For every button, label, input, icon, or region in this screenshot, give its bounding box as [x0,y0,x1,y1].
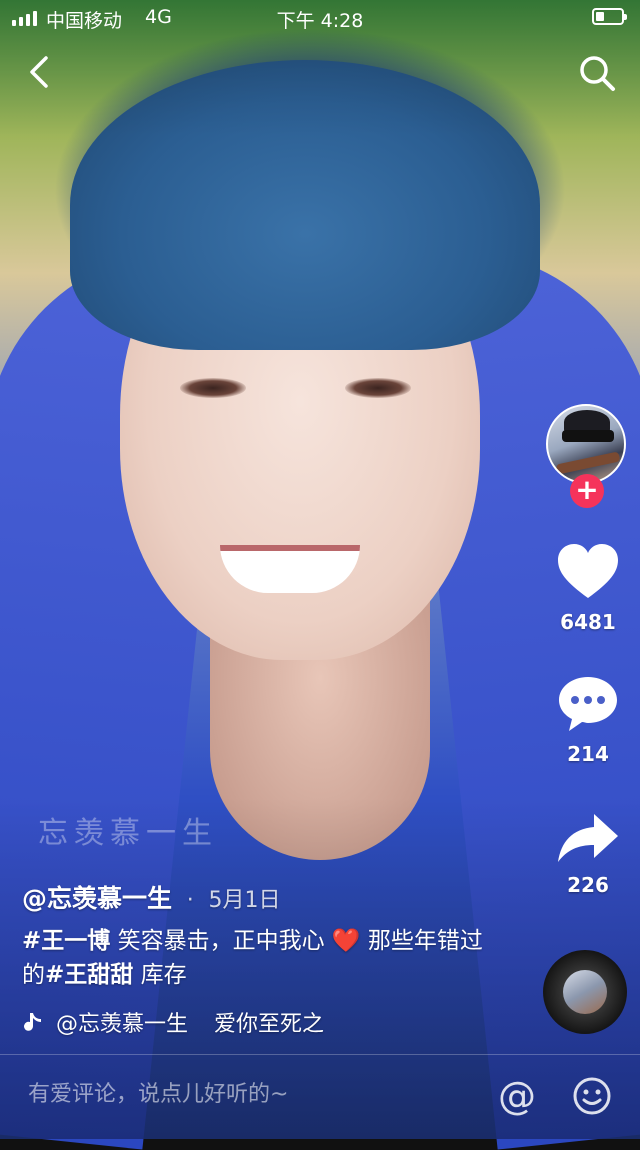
comment-count: 214 [567,742,609,766]
heart-icon[interactable] [556,542,620,602]
music-author: @忘羡慕一生 [56,1012,189,1037]
comment-divider [0,1054,640,1055]
comment-icon[interactable] [556,674,620,734]
music-ticker[interactable]: @忘羡慕一生 爱你至死之 [22,1006,362,1038]
emoji-icon[interactable] [572,1076,612,1116]
caption-text: 库存 [133,962,187,988]
music-disc[interactable] [543,950,627,1034]
music-note-icon [24,1013,41,1031]
heart-emoji: ❤️ [331,928,361,954]
like-count: 6481 [560,610,616,634]
author-name[interactable]: @忘羡慕一生 [22,884,172,913]
post-date: 5月1日 [208,888,281,913]
author-line: @忘羡慕一生 · 5月1日 [22,879,280,915]
follow-button[interactable]: + [570,474,604,508]
search-icon[interactable] [576,52,618,94]
status-bar: 中国移动 4G 下午 4:28 [0,0,640,36]
author-avatar[interactable] [546,404,626,484]
share-icon[interactable] [556,808,620,868]
hashtag-link[interactable]: #王一博 [22,928,110,954]
date-separator: · [186,888,194,913]
mention-button[interactable]: @ [496,1076,538,1118]
chevron-left-icon[interactable] [20,52,60,92]
hashtag-link[interactable]: #王甜甜 [45,962,133,988]
comment-input[interactable] [28,1082,448,1107]
caption-text: 笑容暴击，正中我心 [110,928,332,954]
battery-icon [592,8,627,25]
status-time: 下午 4:28 [276,10,364,32]
music-title: 爱你至死之 [214,1012,325,1037]
video-watermark: 忘羡慕一生 [38,816,218,851]
share-count: 226 [567,873,609,897]
video-caption: #王一博 笑容暴击，正中我心 ❤️ 那些年错过的#王甜甜 库存 [22,924,492,992]
